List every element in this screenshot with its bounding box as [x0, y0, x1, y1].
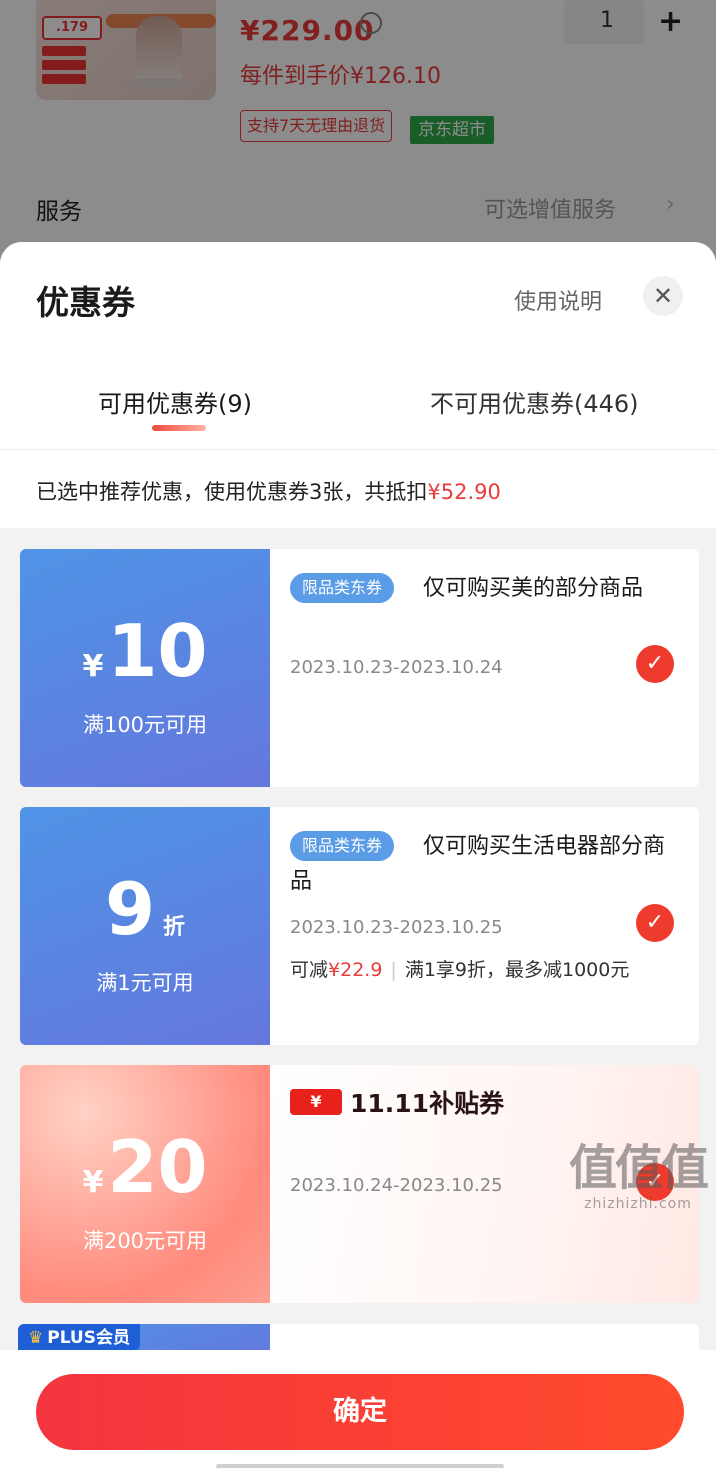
subsidy-coupon-logo: ¥ 11.11补贴券 [290, 1089, 504, 1118]
savings-amount: ¥22.9 [328, 959, 383, 981]
coupon-savings-info: 可减¥22.9 | 满1享9折，最多减1000元 [290, 955, 629, 982]
watermark-domain: zhizhizhi.com [584, 1196, 692, 1212]
currency-symbol: ¥ [82, 649, 104, 684]
currency-symbol: ¥ [82, 1165, 104, 1200]
coupon-amount-value: 10 [107, 609, 208, 693]
coupon-detail: 仅可购买生活电器部分商品 限品类东券 2023.10.23-2023.10.25… [270, 807, 699, 1045]
coupon-condition: 满100元可用 [82, 713, 208, 737]
coupon-amount: 9折 [20, 867, 270, 951]
coupon-card[interactable]: ¥10 满100元可用 仅可购买美的部分商品 限品类东券 2023.10.23-… [20, 549, 699, 787]
discount-unit: 折 [163, 915, 186, 940]
confirm-button[interactable]: 确定 [36, 1374, 684, 1450]
watermark-logo: 值值值 zhizhizhi.com [564, 1140, 712, 1212]
selected-check-icon[interactable]: ✓ [636, 645, 674, 683]
selection-summary: 已选中推荐优惠，使用优惠券3张，共抵扣¥52.90 [0, 450, 716, 528]
savings-prefix: 可减 [290, 959, 329, 981]
tab-unavailable-coupons[interactable]: 不可用优惠券(446) [430, 384, 639, 419]
coupon-validity-date: 2023.10.23-2023.10.25 [290, 917, 503, 938]
coupon-value-panel: ¥20 满200元可用 [20, 1065, 270, 1303]
home-indicator [216, 1464, 504, 1468]
modal-scrim[interactable] [0, 0, 716, 260]
yen-box-icon: ¥ [290, 1089, 342, 1115]
coupon-detail: 仅可购买美的部分商品 限品类东券 2023.10.23-2023.10.24 ✓ [270, 549, 699, 787]
coupon-value-panel: ¥10 满100元可用 [20, 549, 270, 787]
discount-rule: 满1享9折，最多减1000元 [404, 959, 630, 981]
coupon-type-badge: 限品类东券 [290, 831, 395, 861]
close-icon[interactable]: ✕ [643, 276, 683, 316]
separator: | [390, 959, 397, 981]
coupon-amount-value: 20 [107, 1125, 208, 1209]
sheet-title: 优惠券 [36, 283, 135, 322]
coupon-condition: 满200元可用 [82, 1229, 208, 1253]
watermark-text: 值值值 [568, 1140, 709, 1196]
coupon-sheet: 优惠券 使用说明 ✕ 可用优惠券(9) 不可用优惠券(446) 已选中推荐优惠，… [0, 242, 716, 1468]
plus-member-tag: ♛ PLUS会员 [18, 1324, 140, 1352]
summary-text: 已选中推荐优惠，使用优惠券3张，共抵扣¥52.90 [36, 476, 501, 506]
summary-amount: ¥52.90 [427, 480, 501, 504]
summary-prefix: 已选中推荐优惠，使用优惠券3张，共抵扣 [36, 480, 428, 504]
tab-available-coupons[interactable]: 可用优惠券(9) [98, 384, 252, 419]
plus-member-label: PLUS会员 [47, 1328, 130, 1348]
subsidy-coupon-logo-text: 11.11补贴券 [350, 1089, 505, 1118]
coupon-amount: ¥20 [20, 1125, 270, 1209]
active-tab-indicator [152, 425, 206, 431]
coupon-condition: 满1元可用 [96, 971, 194, 995]
sheet-header: 优惠券 使用说明 ✕ 可用优惠券(9) 不可用优惠券(446) [0, 242, 716, 450]
coupon-amount-value: 9 [104, 867, 156, 951]
selected-check-icon[interactable]: ✓ [636, 904, 674, 942]
bottom-action-bar: 确定 [0, 1350, 716, 1468]
coupon-validity-date: 2023.10.24-2023.10.25 [290, 1175, 503, 1196]
screen: .179 ¥229.00 1 + 每件到手价¥126.10 支持7天无理由退货 … [0, 0, 716, 1468]
coupon-card[interactable]: 9折 满1元可用 仅可购买生活电器部分商品 限品类东券 2023.10.23-2… [20, 807, 699, 1045]
crown-icon: ♛ [28, 1328, 44, 1348]
coupon-amount: ¥10 [20, 609, 270, 693]
coupon-type-badge: 限品类东券 [290, 573, 395, 603]
coupon-validity-date: 2023.10.23-2023.10.24 [290, 657, 503, 678]
coupon-value-panel: 9折 满1元可用 [20, 807, 270, 1045]
usage-instructions-link[interactable]: 使用说明 [514, 284, 602, 316]
